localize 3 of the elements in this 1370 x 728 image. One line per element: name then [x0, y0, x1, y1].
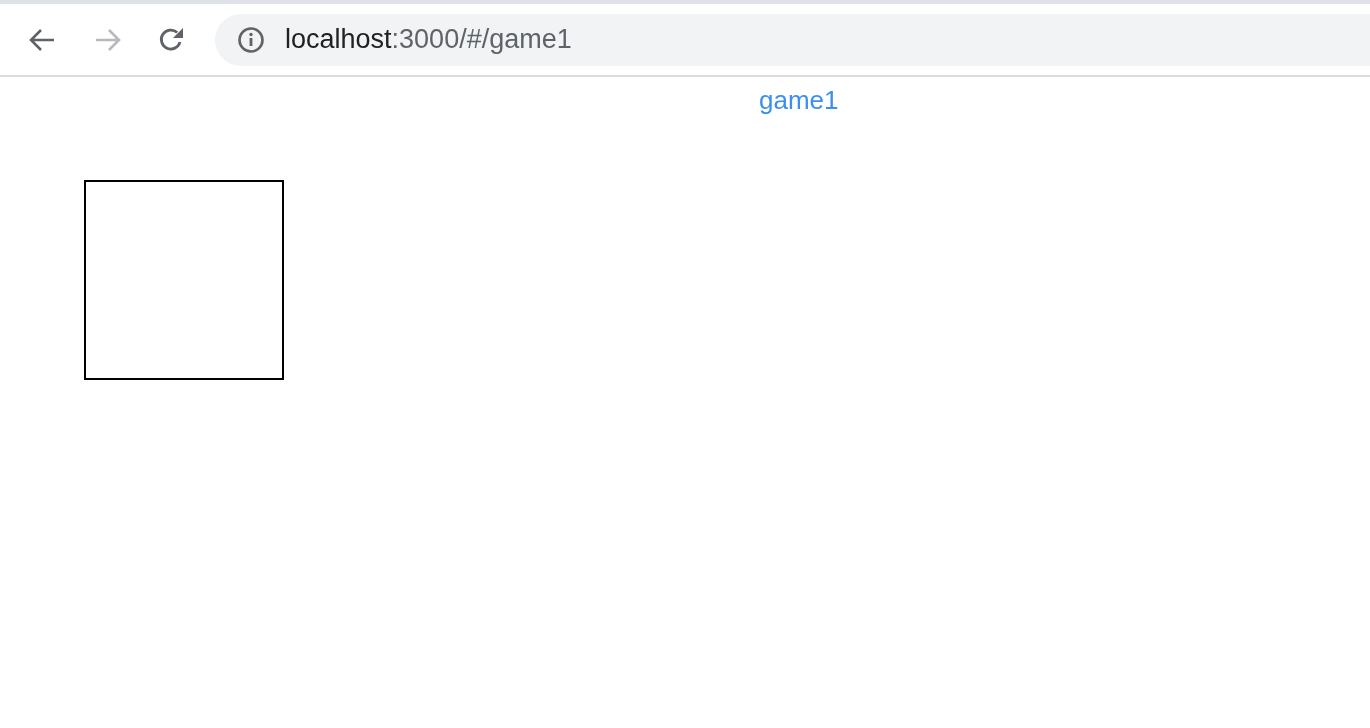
address-bar[interactable]: localhost:3000/#/game1	[215, 13, 1370, 66]
info-icon	[237, 25, 265, 54]
url-text: localhost:3000/#/game1	[285, 24, 572, 55]
